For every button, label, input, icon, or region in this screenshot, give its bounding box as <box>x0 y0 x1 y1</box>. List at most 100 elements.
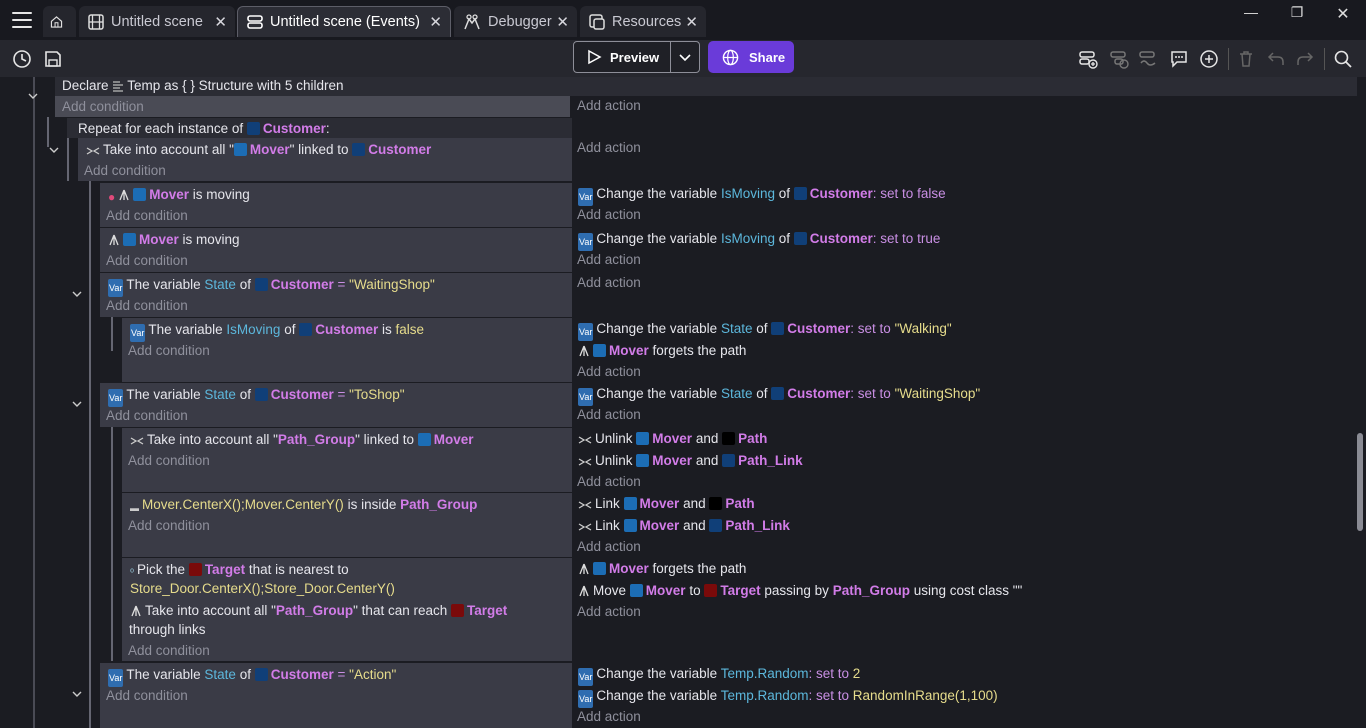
add-condition-link[interactable]: Add condition <box>128 452 210 470</box>
restore-icon[interactable]: ❐ <box>1287 4 1307 20</box>
action-set-ismoving-false[interactable]: Var Change the variable IsMoving of Custo… <box>578 185 946 206</box>
delete-icon[interactable] <box>1236 49 1256 69</box>
preview-button[interactable]: Preview <box>573 41 700 73</box>
condition-mover-moving[interactable]: Mover is moving <box>108 231 240 249</box>
chevron-down-icon[interactable] <box>678 52 692 64</box>
search-icon[interactable] <box>1333 49 1353 69</box>
text: to <box>689 583 701 598</box>
save-icon[interactable] <box>43 49 63 69</box>
action-move-to-target[interactable]: Move Mover to Target passing by Path_Gro… <box>578 582 1022 600</box>
home-tab[interactable] <box>43 6 76 37</box>
menu-icon[interactable] <box>12 12 32 28</box>
action-set-state-waitingshop[interactable]: Var Change the variable State of Customer… <box>578 385 980 406</box>
add-condition-link[interactable]: Add condition <box>106 207 188 225</box>
action-set-ismoving-true[interactable]: Var Change the variable IsMoving of Custo… <box>578 230 940 251</box>
object-thumb <box>704 584 718 597</box>
action-unlink-pathlink[interactable]: Unlink Mover and Path_Link <box>578 452 803 470</box>
text: of <box>239 277 251 292</box>
add-condition-link[interactable]: Add condition <box>106 297 188 315</box>
add-condition-link[interactable]: Add condition <box>106 407 188 425</box>
add-action-link[interactable]: Add action <box>577 473 641 491</box>
share-button[interactable]: Share <box>708 41 794 73</box>
text: The variable <box>126 667 201 682</box>
add-action-link[interactable]: Add action <box>577 708 641 726</box>
condition-ismoving-false[interactable]: Var The variable IsMoving of Customer is … <box>130 321 424 342</box>
text: Unlink <box>595 453 633 468</box>
add-action-link[interactable]: Add action <box>577 206 641 224</box>
add-action-link[interactable]: Add action <box>577 538 641 556</box>
add-condition-link[interactable]: Add condition <box>128 342 210 360</box>
add-action-link[interactable]: Add action <box>577 603 641 621</box>
declare-variable[interactable]: Declare Temp as { } Structure with 5 chi… <box>62 77 343 95</box>
tab-resources[interactable]: Resources ✕ <box>580 6 706 37</box>
add-comment-icon[interactable] <box>1169 49 1189 69</box>
add-action-link[interactable]: Add action <box>577 251 641 269</box>
variable-name: Temp <box>127 78 161 93</box>
text: Unlink <box>595 431 633 446</box>
condition-take-pathgroup[interactable]: Take into account all "Path_Group" linke… <box>130 431 474 449</box>
add-condition-link[interactable]: Add condition <box>128 517 210 535</box>
action-forget-path[interactable]: Mover forgets the path <box>578 342 746 360</box>
undo-icon[interactable] <box>1266 49 1286 69</box>
chevron-down-icon[interactable] <box>49 145 59 155</box>
chevron-down-icon[interactable] <box>72 399 82 409</box>
add-condition-link[interactable]: Add condition <box>106 252 188 270</box>
chevron-down-icon[interactable] <box>72 289 82 299</box>
action-forget-path[interactable]: Mover forgets the path <box>578 560 746 578</box>
tab-events[interactable]: Untitled scene (Events) ✕ <box>237 6 451 37</box>
redo-icon[interactable] <box>1295 49 1315 69</box>
variable-name: State <box>204 667 236 682</box>
add-action-link[interactable]: Add action <box>577 406 641 424</box>
chevron-down-icon[interactable] <box>72 689 82 699</box>
action-set-random-range[interactable]: Var Change the variable Temp.Random: set … <box>578 687 998 708</box>
expression: Store_Door.CenterX();Store_Door.CenterY(… <box>130 581 395 596</box>
window-close-icon[interactable]: ✕ <box>1333 4 1353 23</box>
position-icon: ▬ <box>130 503 139 513</box>
tab-debugger[interactable]: Debugger ✕ <box>454 6 577 37</box>
close-icon[interactable]: ✕ <box>214 13 227 31</box>
action-set-state-walking[interactable]: Var Change the variable State of Customer… <box>578 320 952 341</box>
object-thumb <box>188 563 202 576</box>
text: Change the variable <box>596 321 718 336</box>
close-icon[interactable]: ✕ <box>556 13 569 31</box>
add-condition-link[interactable]: Add condition <box>84 162 166 180</box>
condition-state-waitingshop[interactable]: Var The variable State of Customer = "Wai… <box>108 276 435 297</box>
add-circle-icon[interactable] <box>1199 49 1219 69</box>
condition-inside-pathgroup[interactable]: ▬ Mover.CenterX();Mover.CenterY() is insi… <box>130 496 477 517</box>
tab-scene[interactable]: Untitled scene ✕ <box>79 6 235 37</box>
condition-state-action[interactable]: Var The variable State of Customer = "Act… <box>108 666 396 687</box>
action-set-random-2[interactable]: Var Change the variable Temp.Random: set … <box>578 665 860 686</box>
add-action-link[interactable]: Add action <box>577 139 641 157</box>
condition-mover-moving-inverted[interactable]: ● Mover is moving <box>108 186 250 206</box>
action-link-path[interactable]: Link Mover and Path <box>578 495 755 513</box>
chevron-down-icon[interactable] <box>28 91 38 101</box>
history-icon[interactable] <box>12 49 32 69</box>
action-link-pathlink[interactable]: Link Mover and Path_Link <box>578 517 790 535</box>
condition-take-reach[interactable]: Take into account all "Path_Group" that … <box>130 602 507 620</box>
add-link-icon[interactable] <box>1138 49 1158 69</box>
scrollbar-thumb[interactable] <box>1357 433 1363 531</box>
object-thumb <box>593 562 606 575</box>
object-name: Mover <box>149 187 190 202</box>
add-event-icon[interactable] <box>1078 49 1098 69</box>
object-thumb <box>133 188 147 201</box>
add-action-link[interactable]: Add action <box>577 97 641 115</box>
repeat-header[interactable]: Repeat for each instance of Customer: <box>78 120 330 138</box>
object-thumb <box>254 388 268 401</box>
variable-icon: Var <box>130 324 146 342</box>
object-thumb <box>636 432 650 445</box>
close-icon[interactable]: ✕ <box>685 13 698 31</box>
add-condition-link[interactable]: Add condition <box>128 642 210 660</box>
add-condition-link[interactable]: Add condition <box>62 98 144 116</box>
condition-state-toshop[interactable]: Var The variable State of Customer = "ToS… <box>108 386 405 407</box>
minimize-icon[interactable]: — <box>1241 4 1261 20</box>
action-unlink-path[interactable]: Unlink Mover and Path <box>578 430 767 448</box>
object-thumb <box>771 322 785 335</box>
add-subevent-icon[interactable] <box>1109 49 1129 69</box>
add-condition-link[interactable]: Add condition <box>106 687 188 705</box>
tree-line <box>89 181 91 728</box>
condition-take-all[interactable]: Take into account all " Mover" linked to … <box>86 141 431 159</box>
close-icon[interactable]: ✕ <box>429 13 442 31</box>
add-action-link[interactable]: Add action <box>577 274 641 292</box>
add-action-link[interactable]: Add action <box>577 363 641 381</box>
